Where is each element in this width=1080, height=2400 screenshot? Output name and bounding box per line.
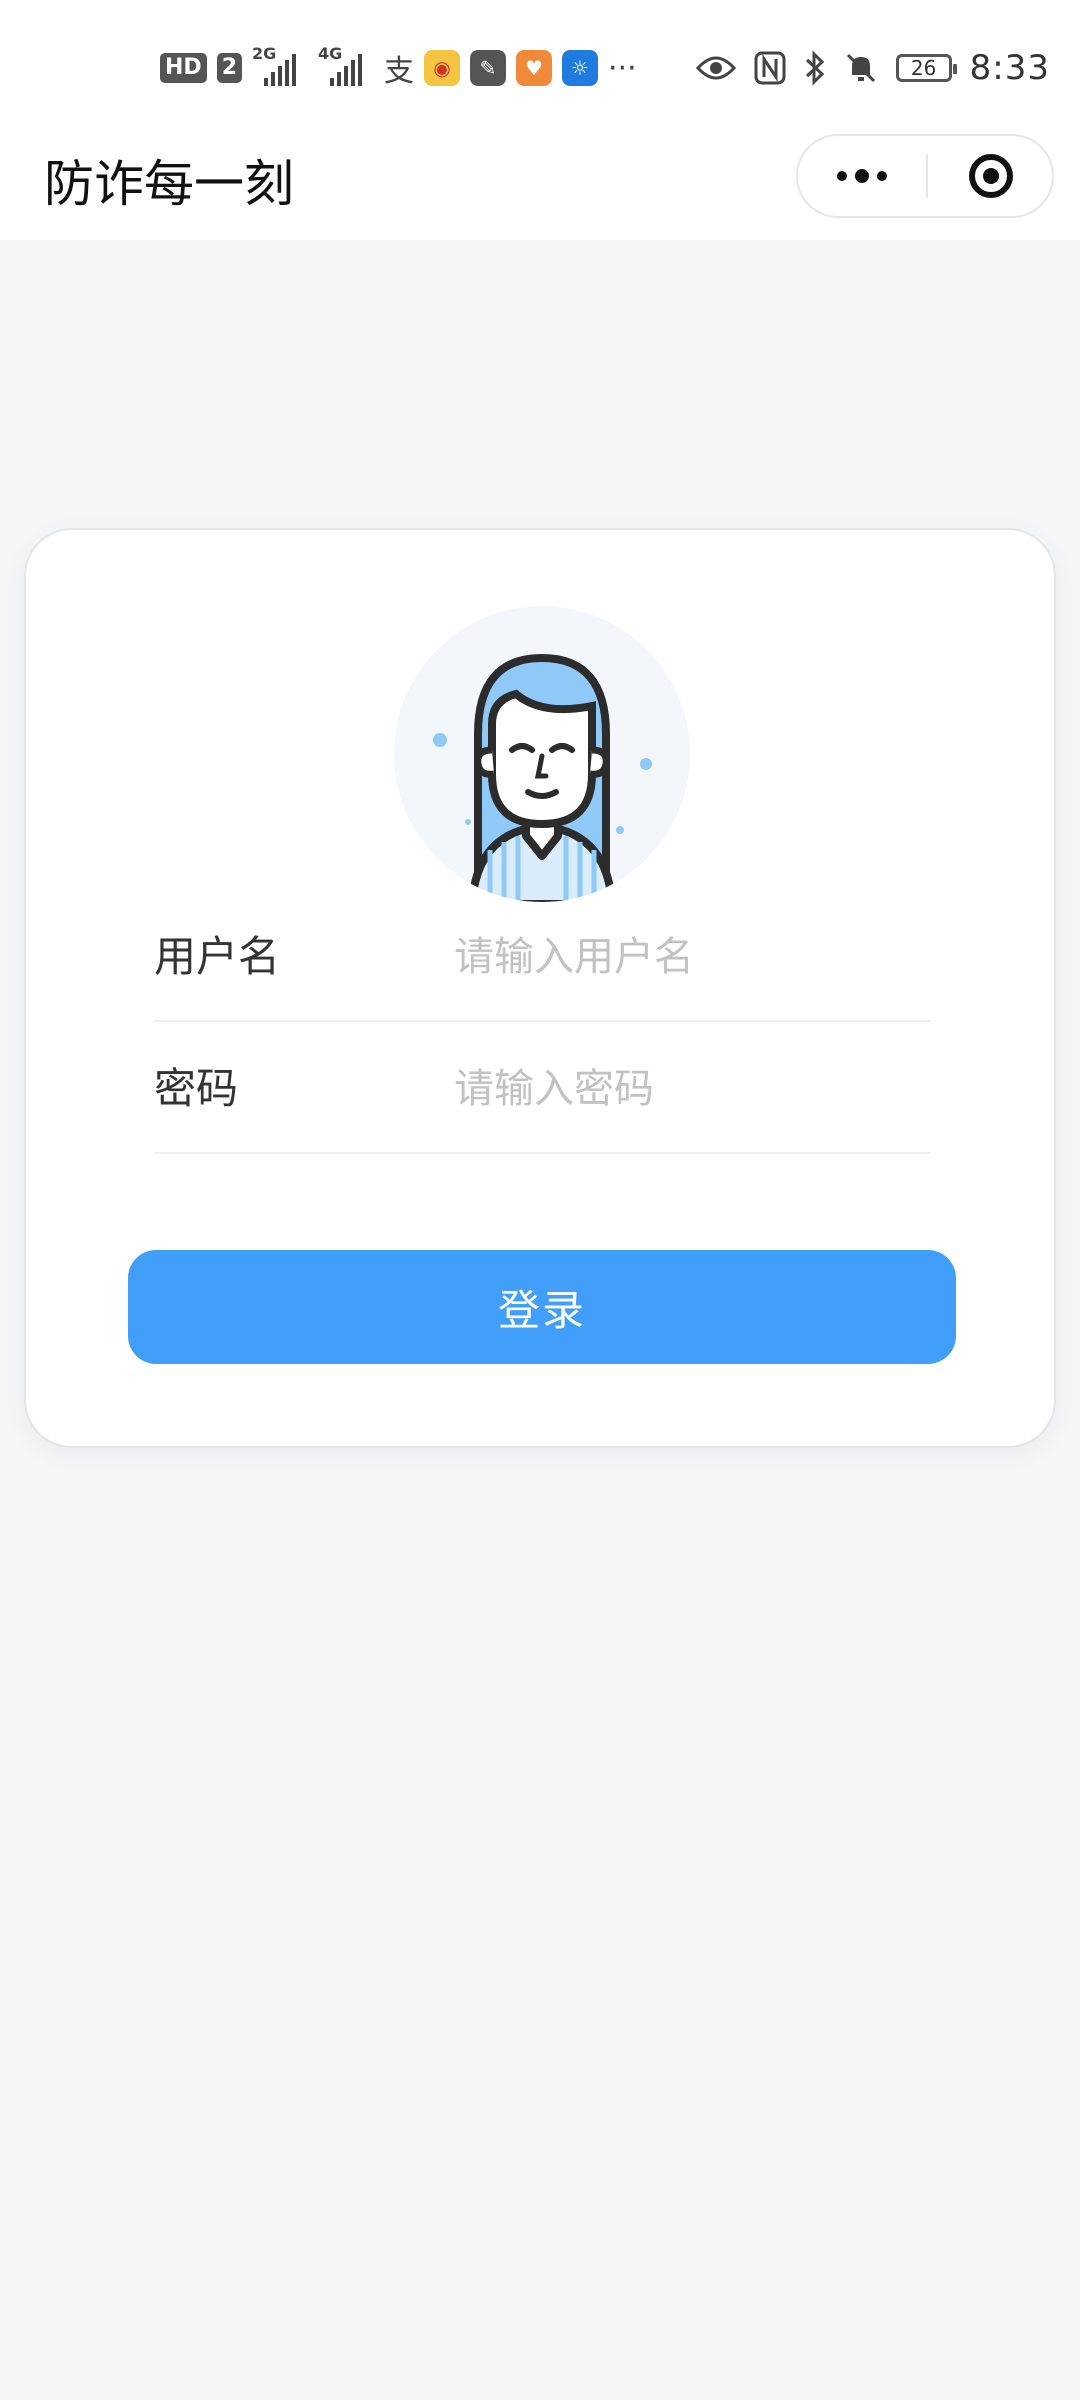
username-label: 用户名 — [154, 932, 281, 981]
status-bar: HD 2 2G 4G 支 ◉ ✎ ♥ ☼ ··· 26 8:33 — [0, 0, 1080, 130]
hd-badge: HD — [160, 53, 207, 83]
username-input[interactable] — [454, 922, 924, 992]
status-left-group: HD 2 2G 4G 支 ◉ ✎ ♥ ☼ ··· — [160, 44, 637, 89]
target-circle-icon — [969, 154, 1013, 198]
password-row: 密码 — [154, 1024, 930, 1154]
login-card: 用户名 密码 登录 — [24, 528, 1056, 1448]
more-dots-icon-center — [855, 169, 869, 183]
more-dots-icon — [837, 171, 847, 181]
feather-app-icon: ✎ — [470, 50, 506, 86]
page-title: 防诈每一刻 — [44, 155, 294, 213]
close-mini-program-button[interactable] — [928, 136, 1054, 216]
more-options-button[interactable] — [798, 136, 926, 216]
username-row: 用户名 — [154, 892, 930, 1022]
bluetooth-icon — [805, 50, 824, 86]
more-dots-icon-right — [877, 171, 887, 181]
signal-icon: 2G — [252, 44, 308, 86]
lightbulb-app-icon: ☼ — [562, 50, 598, 86]
sim-badge: 2 — [216, 53, 242, 83]
alipay-icon: 支 — [384, 54, 414, 89]
password-label: 密码 — [154, 1064, 239, 1113]
weibo-icon: ◉ — [424, 50, 460, 86]
avatar — [392, 604, 692, 904]
mini-program-capsule — [796, 134, 1054, 218]
eye-icon — [695, 56, 736, 80]
avatar-illustration — [394, 606, 690, 902]
password-input[interactable] — [454, 1054, 924, 1124]
mute-bell-icon — [846, 53, 875, 83]
battery-icon: 26 — [895, 54, 957, 82]
login-button[interactable]: 登录 — [128, 1250, 956, 1364]
status-right-group: 26 8:33 — [695, 46, 1050, 90]
more-notifications-icon: ··· — [608, 50, 637, 86]
nfc-icon — [754, 51, 786, 85]
clock: 8:33 — [969, 48, 1050, 88]
signal-icon: 4G — [318, 44, 374, 86]
heart-app-icon: ♥ — [516, 50, 552, 86]
nav-bar: 防诈每一刻 — [0, 130, 1080, 240]
